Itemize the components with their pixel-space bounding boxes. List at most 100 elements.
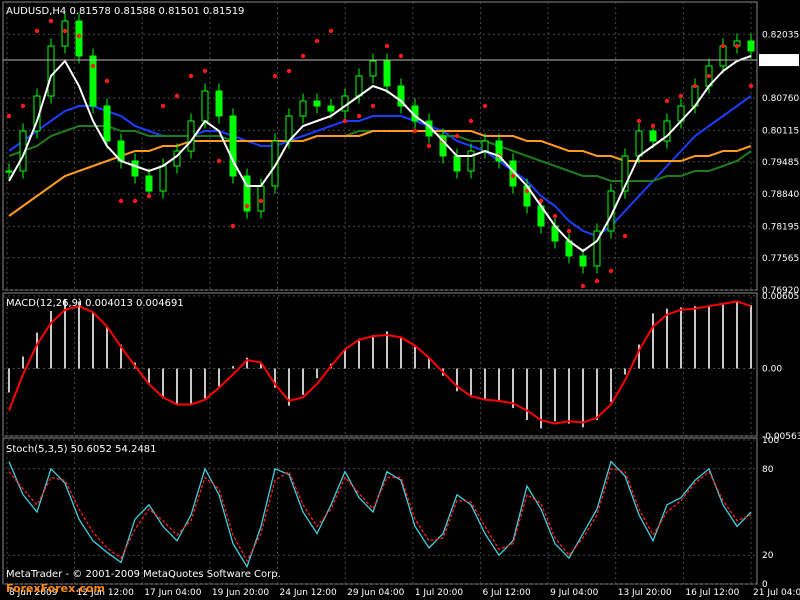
stochastic-panel[interactable] xyxy=(8,460,752,569)
candle-body xyxy=(453,155,461,172)
stochastic-lines xyxy=(8,460,752,569)
parabolic-sar-dot xyxy=(314,38,320,44)
parabolic-sar-dot xyxy=(734,43,740,49)
parabolic-sar-dot xyxy=(244,203,250,209)
price-y-axis: 0.82035 0.80760 0.80115 0.79485 0.78840 0.781… xyxy=(762,30,799,296)
price-tick-label: 0.80115 xyxy=(762,126,799,136)
parabolic-sar-dot xyxy=(692,83,698,89)
parabolic-sar-dot xyxy=(258,198,264,204)
time-tick-label: 13 Jul 20:00 xyxy=(618,588,672,598)
stochastic-panel-frame xyxy=(2,437,758,585)
candle-body xyxy=(369,60,377,77)
candle-body xyxy=(159,165,167,192)
price-panel-frame xyxy=(2,1,758,291)
chart-canvas[interactable]: 0.81519 0.82035 0.80760 0.80115 0.79485 0.78… xyxy=(0,0,800,600)
candle-body xyxy=(313,100,321,107)
parabolic-sar-dot xyxy=(272,73,278,79)
price-tick-label: 0.78195 xyxy=(762,222,799,232)
parabolic-sar-dot xyxy=(594,278,600,284)
parabolic-sar-dot xyxy=(552,213,558,219)
trading-chart-window: 0.81519 0.82035 0.80760 0.80115 0.79485 0.78… xyxy=(0,0,800,600)
macd-histogram xyxy=(8,298,752,429)
macd-y-axis: 0.0060570.00-0.00563 xyxy=(762,292,800,442)
parabolic-sar-dot xyxy=(454,133,460,139)
stochastic-panel-title: Stoch(5,3,5) 50.6052 54.2481 xyxy=(6,444,157,455)
candle-body xyxy=(61,20,69,47)
price-tick-label: 0.78840 xyxy=(762,190,799,200)
price-panel-title: AUDUSD,H4 0.81578 0.81588 0.81501 0.8151… xyxy=(6,6,244,17)
current-price-label: 0.81519 xyxy=(762,56,799,66)
stochastic-y-axis: 10080200 xyxy=(762,436,779,590)
candle-body xyxy=(75,20,83,57)
candle-body xyxy=(89,55,97,107)
parabolic-sar-dot xyxy=(356,113,362,119)
parabolic-sar-dot xyxy=(412,128,418,134)
time-tick-label: 19 Jun 20:00 xyxy=(212,588,269,598)
parabolic-sar-dot xyxy=(132,198,138,204)
parabolic-sar-dot xyxy=(34,28,40,34)
candle-body xyxy=(229,115,237,177)
candle-body xyxy=(383,60,391,87)
candle-body xyxy=(355,75,363,97)
time-tick-label: 17 Jun 04:00 xyxy=(144,588,201,598)
macd-panel-frame xyxy=(2,292,758,437)
parabolic-sar-dot xyxy=(328,28,334,34)
parabolic-sar-dot xyxy=(622,233,628,239)
time-x-axis: 8 Jun 2009 12 Jun 12:00 17 Jun 04:00 19 Jun… xyxy=(9,588,800,598)
parabolic-sar-dot xyxy=(160,103,166,109)
parabolic-sar-dot xyxy=(62,28,68,34)
parabolic-sar-dot xyxy=(6,113,12,119)
parabolic-sar-dot xyxy=(468,118,474,124)
parabolic-sar-dot xyxy=(678,93,684,99)
parabolic-sar-dot xyxy=(174,93,180,99)
time-tick-label: 29 Jun 04:00 xyxy=(347,588,404,598)
parabolic-sar-dot xyxy=(426,143,432,149)
parabolic-sar-dot xyxy=(636,118,642,124)
price-panel[interactable] xyxy=(5,13,755,289)
parabolic-sar-dot xyxy=(398,53,404,59)
candle-body xyxy=(215,90,223,117)
parabolic-sar-dot xyxy=(118,198,124,204)
time-tick-label: 9 Jul 04:00 xyxy=(550,588,599,598)
parabolic-sar-dot xyxy=(510,173,516,179)
candle-body xyxy=(579,255,587,267)
parabolic-sar-dot xyxy=(230,223,236,229)
candle-body xyxy=(285,115,293,142)
candle-body xyxy=(635,130,643,157)
parabolic-sar-dot xyxy=(650,123,656,129)
parabolic-sar-dot xyxy=(706,73,712,79)
candle-body xyxy=(201,90,209,122)
candle-body xyxy=(467,150,475,172)
candle-body xyxy=(145,175,153,192)
macd-tick-label: 0.006057 xyxy=(762,292,800,302)
stochastic-tick-label: 100 xyxy=(762,436,779,446)
blue-moving-average-line xyxy=(8,95,752,238)
candle-body xyxy=(481,140,489,152)
stochastic-main-line xyxy=(8,460,752,569)
stochastic-tick-label: 80 xyxy=(762,465,774,475)
parabolic-sar-dot xyxy=(482,103,488,109)
parabolic-sar-dot xyxy=(566,228,572,234)
copyright-watermark: MetaTrader - © 2001-2009 MetaQuotes Soft… xyxy=(6,569,281,580)
candle-body xyxy=(103,105,111,142)
parabolic-sar-dot xyxy=(188,73,194,79)
macd-panel[interactable] xyxy=(8,298,752,429)
parabolic-sar-dot xyxy=(720,43,726,49)
parabolic-sar-dot xyxy=(370,103,376,109)
stochastic-tick-label: 20 xyxy=(762,551,774,561)
parabolic-sar-dot xyxy=(300,53,306,59)
candlesticks xyxy=(5,13,755,274)
time-tick-label: 6 Jul 12:00 xyxy=(482,588,531,598)
parabolic-sar-dot xyxy=(90,63,96,69)
candle-body xyxy=(299,100,307,117)
parabolic-sar-dot xyxy=(748,83,754,89)
candle-body xyxy=(131,160,139,177)
price-tick-label: 0.77565 xyxy=(762,254,799,264)
price-tick-label: 0.82035 xyxy=(762,30,799,40)
time-tick-label: 1 Jul 20:00 xyxy=(415,588,464,598)
candle-body xyxy=(257,185,265,212)
price-tick-label: 0.79485 xyxy=(762,158,799,168)
parabolic-sar-dot xyxy=(216,158,222,164)
moving-average-lines xyxy=(8,95,752,238)
candle-body xyxy=(719,45,727,67)
